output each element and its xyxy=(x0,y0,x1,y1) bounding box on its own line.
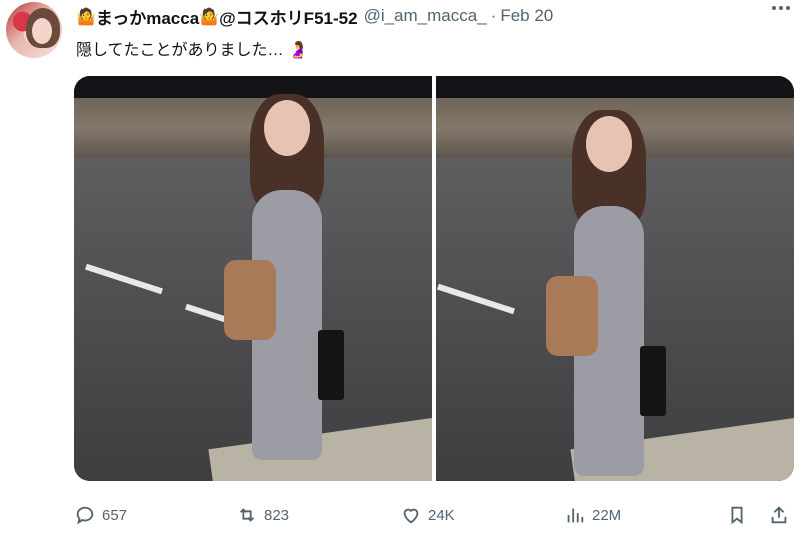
action-bar: 657 823 24K 22M xyxy=(74,500,794,530)
username[interactable]: @i_am_macca_ xyxy=(364,6,487,26)
share-button[interactable] xyxy=(768,500,790,530)
tweet-header: 🤷 まっかmacca 🤷 @コスホリF51-52 @i_am_macca_ · … xyxy=(76,4,553,29)
views-count: 22M xyxy=(592,506,622,524)
photo-person xyxy=(224,94,344,460)
like-button[interactable]: 24K xyxy=(400,500,455,530)
handle-text[interactable]: @コスホリF51-52 xyxy=(219,4,357,29)
like-count: 24K xyxy=(428,506,455,524)
photo-person xyxy=(546,110,666,476)
avatar[interactable] xyxy=(6,2,62,58)
share-icon xyxy=(771,506,787,524)
display-name[interactable]: まっかmacca xyxy=(96,4,199,29)
person-cardigan xyxy=(224,260,276,340)
bookmark-button[interactable] xyxy=(726,500,748,530)
tweet-emoji: 🤰 xyxy=(287,40,308,59)
more-icon[interactable] xyxy=(772,6,790,10)
person-head xyxy=(586,116,632,172)
tweet-date[interactable]: Feb 20 xyxy=(500,6,553,26)
reply-icon xyxy=(76,506,94,525)
prefix-emoji: 🤷 xyxy=(76,6,96,26)
views-icon xyxy=(567,508,584,523)
views-button[interactable]: 22M xyxy=(564,500,621,530)
repost-button[interactable]: 823 xyxy=(236,500,289,530)
person-cardigan xyxy=(546,276,598,356)
heart-icon xyxy=(403,508,419,524)
person-bag xyxy=(318,330,344,400)
tweet-body: 隠してたことがありました… xyxy=(76,42,284,59)
tweet-text: 隠してたことがありました… 🤰 xyxy=(76,36,308,60)
separator: · xyxy=(490,6,497,25)
media-grid[interactable] xyxy=(74,76,794,481)
avatar-face xyxy=(32,18,52,44)
repost-count: 823 xyxy=(264,506,290,524)
photo-1[interactable] xyxy=(74,76,432,481)
photo-2[interactable] xyxy=(436,76,794,481)
person-head xyxy=(264,100,310,156)
repost-icon xyxy=(239,508,255,522)
bookmark-icon xyxy=(731,506,743,525)
name-emoji: 🤷 xyxy=(199,6,220,26)
person-bag xyxy=(640,346,666,416)
reply-button[interactable]: 657 xyxy=(74,500,127,530)
reply-count: 657 xyxy=(102,506,128,524)
